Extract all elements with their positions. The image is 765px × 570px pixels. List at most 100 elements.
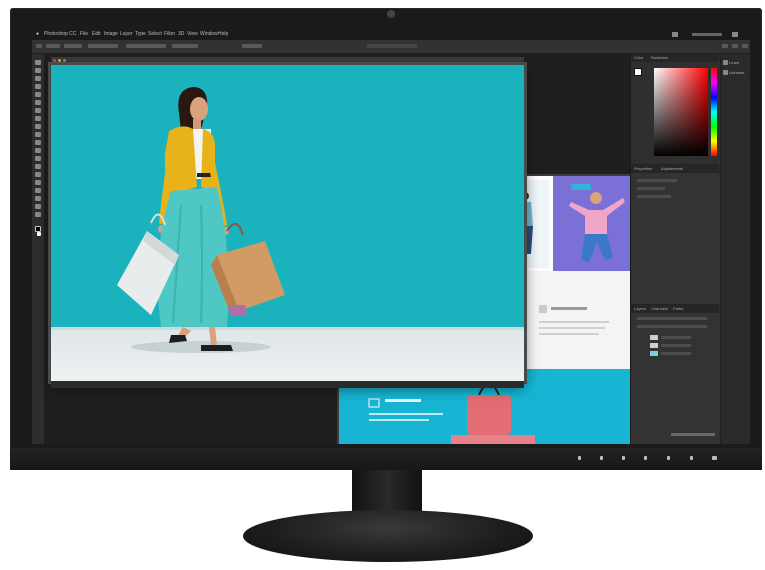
zoom-tool-icon[interactable]: [35, 212, 41, 217]
layout-hero-photo: [553, 176, 639, 271]
learn-icon[interactable]: [723, 60, 728, 65]
layer-dropdown[interactable]: [64, 44, 82, 48]
background-color-swatch[interactable]: [37, 232, 41, 236]
monitor-button[interactable]: [644, 456, 647, 460]
options-bar: [32, 40, 750, 54]
side-learn-label[interactable]: Learn: [729, 60, 739, 65]
power-button[interactable]: [712, 456, 717, 460]
layer-filter-row[interactable]: [637, 317, 707, 320]
type-tool-icon[interactable]: [35, 180, 41, 185]
menu-item[interactable]: Type: [135, 31, 146, 37]
brush-tool-icon[interactable]: [35, 116, 41, 121]
property-row: [637, 179, 677, 182]
apple-icon[interactable]: ●: [36, 31, 39, 37]
3d-mode-label: [242, 44, 262, 48]
libraries-icon[interactable]: [723, 70, 728, 75]
lasso-tool-icon[interactable]: [35, 76, 41, 81]
system-status-icon[interactable]: [672, 32, 678, 37]
menu-item[interactable]: Filter: [164, 31, 175, 37]
layout-nav-badge: [571, 184, 591, 190]
tab-adjustments[interactable]: Adjustments: [661, 166, 683, 171]
move-tool-icon[interactable]: [35, 60, 41, 65]
clock-text: [692, 33, 722, 36]
shape-tool-icon[interactable]: [35, 196, 41, 201]
eraser-tool-icon[interactable]: [35, 140, 41, 145]
monitor-stand-base: [243, 510, 533, 562]
blur-tool-icon[interactable]: [35, 156, 41, 161]
history-brush-icon[interactable]: [35, 132, 41, 137]
monitor-brand-logo: [379, 10, 405, 20]
menu-item[interactable]: View: [187, 31, 198, 37]
layer-thumbnail[interactable]: [650, 335, 658, 340]
dodge-tool-icon[interactable]: [35, 164, 41, 169]
hand-tool-icon[interactable]: [35, 204, 41, 209]
tab-color[interactable]: Color: [634, 55, 644, 60]
auto-select-checkbox[interactable]: [46, 44, 60, 48]
document-title: [367, 44, 417, 48]
color-picker-field[interactable]: [654, 68, 708, 156]
color-panel-tabs: Color Swatches: [631, 54, 719, 62]
foreground-swatch[interactable]: [634, 68, 642, 76]
monitor-button[interactable]: [600, 456, 603, 460]
monitor-button[interactable]: [667, 456, 670, 460]
path-select-icon[interactable]: [35, 188, 41, 193]
align-buttons[interactable]: [126, 44, 166, 48]
document-tab-bar[interactable]: [51, 57, 524, 65]
move-tool-icon[interactable]: [36, 44, 42, 48]
tab-paths[interactable]: Paths: [673, 306, 683, 311]
pen-tool-icon[interactable]: [35, 172, 41, 177]
menu-item[interactable]: Photoshop CC: [44, 31, 77, 37]
share-icon[interactable]: [742, 44, 748, 48]
side-libraries-label[interactable]: Libraries: [729, 70, 744, 75]
close-icon[interactable]: [53, 59, 56, 62]
search-icon[interactable]: [722, 44, 728, 48]
layer-row[interactable]: [661, 336, 691, 339]
hue-slider[interactable]: [711, 68, 717, 156]
document-status-bar: [51, 381, 524, 388]
maximize-icon[interactable]: [63, 59, 66, 62]
menu-item[interactable]: Image: [104, 31, 118, 37]
menu-bar: ● Photoshop CC File Edit Image Layer Typ…: [32, 30, 750, 40]
menu-item[interactable]: Help: [218, 31, 228, 37]
monitor-button[interactable]: [622, 456, 625, 460]
menu-item[interactable]: Edit: [92, 31, 101, 37]
side-panel-column: Learn Libraries: [720, 54, 750, 444]
layer-thumbnail[interactable]: [650, 351, 658, 356]
search-icon[interactable]: [732, 32, 738, 37]
properties-panel: Properties Adjustments: [631, 164, 719, 305]
quick-select-tool-icon[interactable]: [35, 84, 41, 89]
tab-channels[interactable]: Channels: [651, 306, 668, 311]
menu-item[interactable]: Window: [200, 31, 218, 37]
clone-stamp-icon[interactable]: [35, 124, 41, 129]
minimize-icon[interactable]: [58, 59, 61, 62]
document-canvas-shopping-photo[interactable]: [51, 65, 524, 381]
eyedropper-tool-icon[interactable]: [35, 100, 41, 105]
menu-item[interactable]: 3D: [178, 31, 184, 37]
crop-tool-icon[interactable]: [35, 92, 41, 97]
menu-item[interactable]: Select: [148, 31, 162, 37]
monitor-chin: [10, 448, 762, 470]
blend-mode-row[interactable]: [637, 325, 707, 328]
tab-properties[interactable]: Properties: [634, 166, 652, 171]
property-row: [637, 195, 671, 198]
monitor-button[interactable]: [690, 456, 693, 460]
layer-actions-bar[interactable]: [671, 433, 715, 436]
document-workspace: [45, 54, 639, 444]
healing-brush-icon[interactable]: [35, 108, 41, 113]
tab-layers[interactable]: Layers: [634, 306, 646, 311]
transform-controls[interactable]: [88, 44, 118, 48]
tab-swatches[interactable]: Swatches: [651, 55, 668, 60]
monitor-button[interactable]: [578, 456, 581, 460]
marquee-tool-icon[interactable]: [35, 68, 41, 73]
menu-item[interactable]: Layer: [120, 31, 133, 37]
gradient-tool-icon[interactable]: [35, 148, 41, 153]
layers-panel-tabs: Layers Channels Paths: [631, 305, 719, 313]
right-panel-dock: Color Swatches Properties Adjustments La…: [630, 54, 750, 444]
layer-row[interactable]: [661, 344, 691, 347]
layers-panel: Layers Channels Paths: [631, 304, 719, 444]
layer-row[interactable]: [661, 352, 691, 355]
menu-item[interactable]: File: [80, 31, 88, 37]
layer-thumbnail[interactable]: [650, 343, 658, 348]
workspace-icon[interactable]: [732, 44, 738, 48]
distribute-buttons[interactable]: [172, 44, 198, 48]
